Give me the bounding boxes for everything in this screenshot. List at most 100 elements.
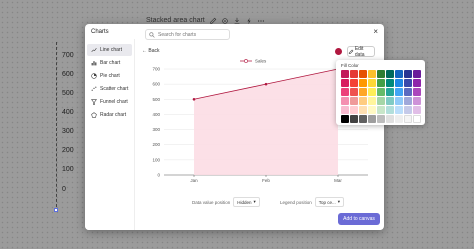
y-tick-label: 100 xyxy=(152,157,160,162)
sidebar-item-funnel-chart[interactable]: Funnel chart xyxy=(87,96,132,108)
color-swatch[interactable] xyxy=(368,88,376,96)
y-tick-label: 700 xyxy=(152,67,160,72)
data-value-position-select[interactable]: Hidden ▾ xyxy=(233,197,260,207)
canvas-y-tick-label: 400 xyxy=(62,109,74,116)
color-swatch[interactable] xyxy=(413,97,421,105)
search-icon xyxy=(149,31,155,38)
color-swatch[interactable] xyxy=(404,70,412,78)
canvas-y-tick-label: 100 xyxy=(62,166,74,173)
color-swatch[interactable] xyxy=(395,79,403,87)
color-swatch[interactable] xyxy=(341,97,349,105)
color-swatch[interactable] xyxy=(377,88,385,96)
chart-search-box[interactable] xyxy=(145,29,230,40)
radar-chart-icon xyxy=(91,112,97,118)
sidebar-item-label: Radar chart xyxy=(100,112,127,118)
toolbar-chart-title[interactable]: Stacked area chart xyxy=(146,17,205,24)
data-point xyxy=(264,82,268,86)
color-swatch[interactable] xyxy=(395,106,403,114)
charts-modal: Charts × Line chart Bar chart Pie chart Sca… xyxy=(85,24,384,230)
color-swatch[interactable] xyxy=(350,88,358,96)
color-swatch[interactable] xyxy=(341,79,349,87)
color-swatch[interactable] xyxy=(377,106,385,114)
color-swatch[interactable] xyxy=(395,88,403,96)
scatter-chart-icon xyxy=(91,86,97,91)
color-swatch[interactable] xyxy=(377,115,385,123)
sidebar-item-bar-chart[interactable]: Bar chart xyxy=(87,57,132,69)
canvas-y-tick-label: 700 xyxy=(62,52,74,59)
legend-position-option: Legend position Top ce... ▾ xyxy=(280,197,345,207)
color-swatch[interactable] xyxy=(404,79,412,87)
color-swatch[interactable] xyxy=(404,115,412,123)
color-swatch[interactable] xyxy=(413,115,421,123)
canvas-y-tick-label: 200 xyxy=(62,147,74,154)
color-swatch[interactable] xyxy=(368,115,376,123)
x-tick-label: Jan xyxy=(190,178,198,183)
color-swatch[interactable] xyxy=(341,106,349,114)
y-tick-label: 500 xyxy=(152,97,160,102)
fill-color-popover: Fill Color xyxy=(336,60,425,125)
color-swatch[interactable] xyxy=(341,88,349,96)
modal-title: Charts xyxy=(91,29,109,35)
color-swatch[interactable] xyxy=(413,88,421,96)
y-tick-label: 200 xyxy=(152,142,160,147)
canvas-y-tick-label: 300 xyxy=(62,128,74,135)
color-swatch[interactable] xyxy=(350,70,358,78)
color-swatch[interactable] xyxy=(386,115,394,123)
y-tick-label: 600 xyxy=(152,82,160,87)
color-swatch[interactable] xyxy=(386,97,394,105)
sidebar-item-pie-chart[interactable]: Pie chart xyxy=(87,70,132,82)
sidebar-item-label: Funnel chart xyxy=(100,99,128,105)
sidebar-item-label: Line chart xyxy=(100,47,122,53)
sidebar-item-radar-chart[interactable]: Radar chart xyxy=(87,109,132,121)
search-input[interactable] xyxy=(158,31,228,38)
color-swatch[interactable] xyxy=(368,70,376,78)
color-swatch[interactable] xyxy=(404,106,412,114)
y-tick-label: 300 xyxy=(152,127,160,132)
canvas-y-tick-label: 600 xyxy=(62,71,74,78)
color-swatch[interactable] xyxy=(359,115,367,123)
color-swatch[interactable] xyxy=(377,79,385,87)
color-swatch[interactable] xyxy=(395,97,403,105)
data-value-position-value: Hidden xyxy=(237,199,252,205)
color-swatch[interactable] xyxy=(350,79,358,87)
color-swatch[interactable] xyxy=(395,70,403,78)
color-swatch[interactable] xyxy=(359,79,367,87)
color-swatch[interactable] xyxy=(341,70,349,78)
popover-title: Fill Color xyxy=(341,63,359,68)
color-swatch[interactable] xyxy=(350,115,358,123)
color-swatch[interactable] xyxy=(341,115,349,123)
sidebar-item-line-chart[interactable]: Line chart xyxy=(87,44,132,56)
data-value-position-option: Data value position Hidden ▾ xyxy=(192,197,260,207)
legend-position-select[interactable]: Top ce... ▾ xyxy=(314,197,345,207)
color-swatch[interactable] xyxy=(386,79,394,87)
color-swatch[interactable] xyxy=(368,106,376,114)
chevron-down-icon: ▾ xyxy=(253,199,256,204)
sidebar-item-label: Bar chart xyxy=(100,60,121,66)
color-swatch[interactable] xyxy=(350,106,358,114)
chart-editor: ← Back Edit data 0100200300400500600700J… xyxy=(137,24,384,230)
add-to-canvas-button[interactable]: Add to canvas xyxy=(338,213,380,225)
color-swatch[interactable] xyxy=(377,97,385,105)
color-swatch[interactable] xyxy=(413,106,421,114)
color-swatch[interactable] xyxy=(413,70,421,78)
color-swatch[interactable] xyxy=(386,70,394,78)
canvas-selection-handle[interactable] xyxy=(54,208,58,212)
x-tick-label: Mar xyxy=(334,178,342,183)
sidebar-item-label: Pie chart xyxy=(100,73,120,79)
color-swatch[interactable] xyxy=(404,88,412,96)
sidebar-item-scatter-chart[interactable]: Scatter chart xyxy=(87,83,132,95)
color-swatch[interactable] xyxy=(368,97,376,105)
color-swatch[interactable] xyxy=(359,106,367,114)
color-swatch[interactable] xyxy=(386,106,394,114)
data-point xyxy=(192,97,196,101)
color-swatch[interactable] xyxy=(404,97,412,105)
color-swatch[interactable] xyxy=(350,97,358,105)
color-swatch[interactable] xyxy=(359,70,367,78)
color-swatch[interactable] xyxy=(368,79,376,87)
color-swatch[interactable] xyxy=(413,79,421,87)
color-swatch[interactable] xyxy=(395,115,403,123)
color-swatch[interactable] xyxy=(359,97,367,105)
color-swatch[interactable] xyxy=(386,88,394,96)
color-swatch[interactable] xyxy=(377,70,385,78)
color-swatch[interactable] xyxy=(359,88,367,96)
